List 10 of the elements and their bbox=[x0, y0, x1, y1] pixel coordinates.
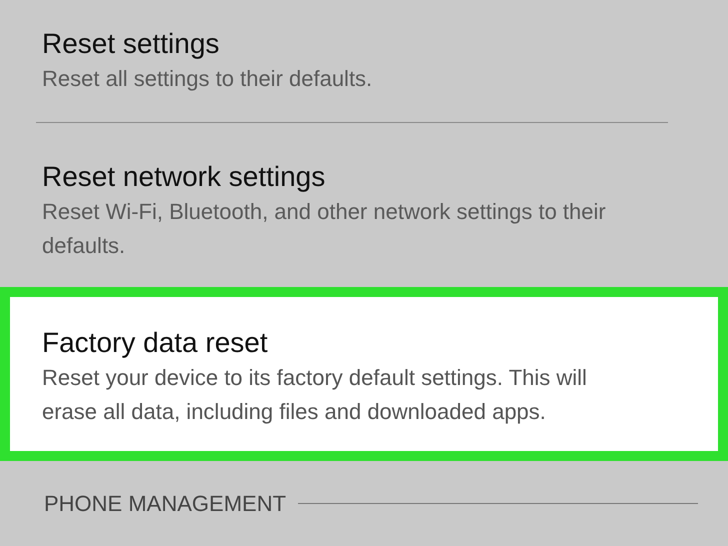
setting-item[interactable]: Reset network settings Reset Wi-Fi, Bluetooth, and other network settings to their defaults. bbox=[0, 123, 728, 287]
setting-description: Reset Wi-Fi, Bluetooth, and other network settings to their defaults. bbox=[42, 198, 607, 260]
section-header: PHONE MANAGEMENT bbox=[44, 490, 286, 518]
setting-title: Reset settings bbox=[42, 27, 220, 61]
setting-description: Reset all settings to their defaults. bbox=[42, 65, 374, 93]
highlighted-setting-item[interactable]: Factory data reset Reset your device to its factory default settings. This will erase all data, including files and downloaded apps. bbox=[0, 287, 728, 461]
setting-title: Factory data reset bbox=[42, 326, 269, 360]
setting-title: Reset network settings bbox=[42, 160, 326, 194]
setting-item[interactable]: Reset settings Reset all settings to their defaults. bbox=[0, 0, 728, 122]
setting-description: Reset your device to its factory default settings. This will erase all data, including files and downloaded apps. bbox=[42, 364, 588, 426]
